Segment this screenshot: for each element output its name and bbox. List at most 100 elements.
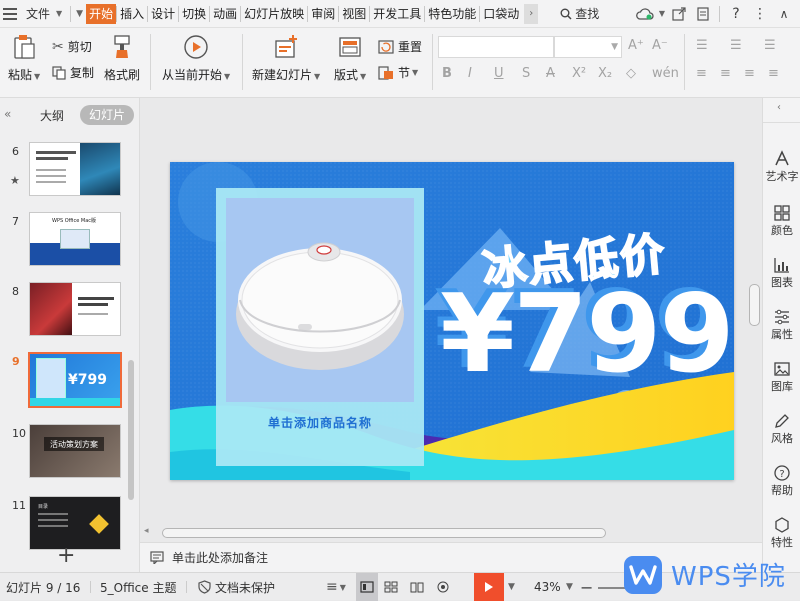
tab-1[interactable]: 插入 xyxy=(117,4,147,24)
layout-button[interactable]: 版式 ▼ xyxy=(334,34,366,83)
new-slide-icon xyxy=(275,35,298,58)
phonetic-guide-icon[interactable]: wén xyxy=(652,66,679,81)
vertical-scrollbar[interactable] xyxy=(748,100,762,540)
chevron-down-icon[interactable]: ▼ xyxy=(659,9,665,18)
reset-button[interactable]: 重置 xyxy=(378,38,422,55)
paste-button[interactable]: 粘贴 ▼ xyxy=(8,34,40,83)
slide-sorter-view-icon[interactable] xyxy=(384,573,398,601)
price-text[interactable]: ¥799 xyxy=(440,272,734,397)
app-menu-icon[interactable] xyxy=(0,4,20,24)
clear-format-icon[interactable]: ◇ xyxy=(626,66,636,81)
bold-icon[interactable]: B xyxy=(442,66,452,81)
play-slideshow-button[interactable] xyxy=(474,573,504,601)
help-icon[interactable]: ? xyxy=(726,4,746,24)
cloud-sync-icon[interactable] xyxy=(635,4,655,24)
sidebar-item-label: 特性 xyxy=(771,536,793,549)
sidebar-item-color[interactable]: 颜色 xyxy=(763,204,800,238)
italic-icon[interactable]: I xyxy=(468,66,472,81)
tab-9[interactable]: 特色功能 xyxy=(425,4,479,24)
play-icon xyxy=(485,582,493,592)
tab-3[interactable]: 切换 xyxy=(179,4,209,24)
tab-4[interactable]: 动画 xyxy=(210,4,240,24)
tab-10[interactable]: 口袋动 xyxy=(480,4,522,24)
tab-6[interactable]: 审阅 xyxy=(308,4,338,24)
image-gallery-icon xyxy=(774,362,790,376)
format-painter-button[interactable]: 格式刷 xyxy=(104,34,140,83)
paste-icon xyxy=(14,35,35,59)
normal-view-icon[interactable] xyxy=(356,573,378,601)
slide-thumbnail-7[interactable]: 7 WPS Office Mac版 xyxy=(0,212,130,272)
slide-thumbnail-8[interactable]: 8 xyxy=(0,282,130,342)
decrease-font-icon[interactable]: A⁻ xyxy=(652,38,668,53)
product-name-placeholder[interactable]: 单击添加商品名称 xyxy=(216,414,424,431)
align-right-icon[interactable]: ≡ xyxy=(744,66,755,81)
decrease-indent-icon[interactable]: ☰ xyxy=(764,38,776,53)
chevron-down-icon[interactable]: ▼ xyxy=(508,573,515,601)
features-icon xyxy=(775,517,789,533)
slide-thumbnail-9[interactable]: 9 ¥799 xyxy=(0,352,130,412)
numbered-list-icon[interactable]: ☰ xyxy=(730,38,742,53)
tab-5[interactable]: 幻灯片放映 xyxy=(241,4,307,24)
align-center-icon[interactable]: ≡ xyxy=(720,66,731,81)
chevron-down-icon[interactable]: ▼ xyxy=(566,573,573,601)
collapse-ribbon-icon[interactable]: ∧ xyxy=(774,4,794,24)
justify-icon[interactable]: ≡ xyxy=(768,66,779,81)
increase-font-icon[interactable]: A⁺ xyxy=(628,38,644,53)
tab-slides[interactable]: 幻灯片 xyxy=(80,105,134,125)
sidebar-item-wordart[interactable]: 艺术字 xyxy=(763,150,800,184)
tab-8[interactable]: 开发工具 xyxy=(370,4,424,24)
strikethrough-icon[interactable]: A xyxy=(546,66,555,81)
collapse-panel-icon[interactable]: « xyxy=(4,107,11,121)
new-slide-button[interactable]: 新建幻灯片 ▼ xyxy=(252,34,320,83)
sidebar-item-gallery[interactable]: 图库 xyxy=(763,360,800,394)
horizontal-scroll-thumb[interactable] xyxy=(162,528,606,538)
search-button[interactable]: 查找 xyxy=(552,5,607,22)
tab-2[interactable]: 设计 xyxy=(148,4,178,24)
zoom-level[interactable]: 43% xyxy=(534,573,561,601)
copy-button[interactable]: 复制 xyxy=(52,64,94,81)
sidebar-item-chart[interactable]: 图表 xyxy=(763,256,800,290)
align-left-icon[interactable]: ≡ xyxy=(696,66,707,81)
vertical-scroll-thumb[interactable] xyxy=(749,284,760,326)
scroll-left-icon[interactable]: ◂ xyxy=(144,526,149,536)
sidebar-item-features[interactable]: 特性 xyxy=(763,516,800,550)
reading-view-icon[interactable] xyxy=(410,573,424,601)
slide-number: 6 xyxy=(12,145,19,158)
notes-toggle-icon[interactable]: ≡ ▼ xyxy=(326,573,346,601)
slide-preview: 目录 xyxy=(29,496,121,550)
presenter-view-icon[interactable] xyxy=(436,573,450,601)
tab-7[interactable]: 视图 xyxy=(339,4,369,24)
cut-label: 剪切 xyxy=(67,40,92,54)
font-name-combo[interactable] xyxy=(438,36,554,58)
underline-icon[interactable]: U xyxy=(494,66,504,81)
subscript-icon[interactable]: X₂ xyxy=(598,66,612,81)
panel-scrollbar[interactable] xyxy=(128,360,134,500)
tab-outline[interactable]: 大纲 xyxy=(40,107,64,124)
share-icon[interactable] xyxy=(669,4,689,24)
current-slide[interactable]: 单击添加商品名称 冰点低价 ¥799 xyxy=(170,162,734,480)
slide-thumbnail-6[interactable]: 6 ★ xyxy=(0,142,130,202)
sidebar-expand-icon[interactable]: ‹ xyxy=(777,102,781,113)
document-protection[interactable]: 文档未保护 xyxy=(198,573,275,601)
shadow-icon[interactable]: S xyxy=(522,66,530,81)
zoom-out-icon[interactable]: − xyxy=(580,573,593,601)
sidebar-item-properties[interactable]: 属性 xyxy=(763,308,800,342)
slide-thumbnail-10[interactable]: 10 活动策划方案 xyxy=(0,424,130,484)
font-size-combo[interactable]: ▼ xyxy=(554,36,622,58)
cloud-document-icon[interactable] xyxy=(693,4,713,24)
bullet-list-icon[interactable]: ☰ xyxy=(696,38,708,53)
quick-access-chevron-icon[interactable]: ▼ xyxy=(73,4,86,24)
menu-scroll-right-icon[interactable]: › xyxy=(524,3,539,24)
slide-number: 11 xyxy=(12,499,26,512)
add-slide-icon[interactable]: + xyxy=(57,543,75,568)
tab-0[interactable]: 开始 xyxy=(86,3,117,24)
section-button[interactable]: 节 ▼ xyxy=(378,64,418,81)
cut-button[interactable]: ✂ 剪切 xyxy=(52,38,92,55)
play-from-current-button[interactable]: 从当前开始 ▼ xyxy=(162,34,230,83)
sidebar-item-help[interactable]: ? 帮助 xyxy=(763,464,800,498)
file-menu[interactable]: 文件 ▼ xyxy=(20,5,68,22)
more-options-icon[interactable]: ⋮ xyxy=(750,4,770,24)
horizontal-scrollbar[interactable]: ◂ xyxy=(140,526,760,540)
sidebar-item-style[interactable]: 风格 xyxy=(763,412,800,446)
superscript-icon[interactable]: X² xyxy=(572,66,586,81)
